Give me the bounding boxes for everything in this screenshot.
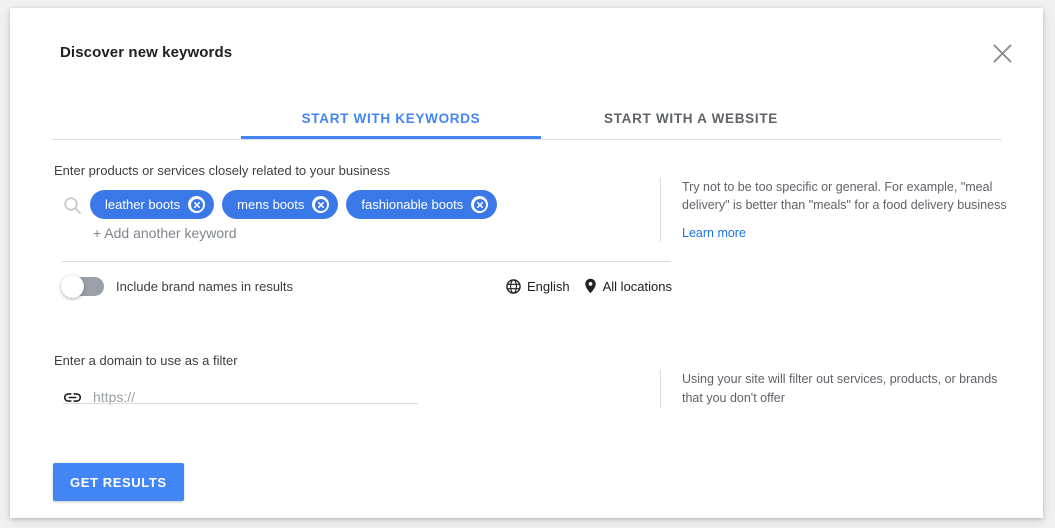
keywords-section: Enter products or services closely relat… — [54, 163, 654, 251]
tab-bar: START WITH KEYWORDS START WITH A WEBSITE — [52, 98, 1002, 140]
search-icon — [54, 190, 90, 215]
domain-input-row — [54, 380, 654, 414]
close-circle-icon[interactable] — [312, 196, 329, 213]
tab-start-with-keywords[interactable]: START WITH KEYWORDS — [241, 98, 541, 139]
keywords-help-panel: Try not to be too specific or general. F… — [660, 178, 1020, 242]
tab-start-with-a-website[interactable]: START WITH A WEBSITE — [541, 98, 841, 139]
keyword-chip[interactable]: fashionable boots — [346, 190, 497, 219]
include-brand-names-label: Include brand names in results — [116, 279, 293, 294]
include-brand-names-toggle[interactable] — [62, 277, 104, 296]
location-selector[interactable]: All locations — [584, 278, 672, 294]
language-label: English — [527, 279, 570, 294]
dialog-header: Discover new keywords — [10, 8, 1043, 84]
tab-label: START WITH KEYWORDS — [302, 111, 481, 126]
keyword-chip[interactable]: leather boots — [90, 190, 214, 219]
active-tab-indicator — [241, 136, 541, 139]
domain-help-text: Using your site will filter out services… — [682, 370, 1020, 408]
keyword-input-row: leather boots mens boots — [54, 190, 654, 251]
location-pin-icon — [584, 278, 597, 294]
close-icon — [993, 44, 1012, 63]
globe-icon — [506, 279, 521, 294]
toggle-knob — [61, 275, 84, 298]
close-circle-icon[interactable] — [471, 196, 488, 213]
chips-area: leather boots mens boots — [90, 190, 654, 251]
learn-more-link[interactable]: Learn more — [682, 226, 746, 240]
keywords-help-text: Try not to be too specific or general. F… — [682, 178, 1020, 214]
language-selector[interactable]: English — [506, 279, 570, 294]
keyword-field-underline — [62, 261, 671, 262]
domain-help-panel: Using your site will filter out services… — [660, 370, 1020, 408]
keywords-field-label: Enter products or services closely relat… — [54, 163, 654, 178]
get-results-button[interactable]: GET RESULTS — [53, 463, 184, 501]
tab-label: START WITH A WEBSITE — [604, 111, 778, 126]
close-button[interactable] — [983, 34, 1021, 72]
keyword-chip-label: mens boots — [237, 197, 304, 212]
language-location-group: English All locations — [506, 278, 672, 294]
brand-names-row: Include brand names in results English — [62, 271, 672, 301]
discover-keywords-dialog: Discover new keywords START WITH KEYWORD… — [10, 8, 1043, 518]
keyword-chip-label: fashionable boots — [361, 197, 463, 212]
keyword-chip[interactable]: mens boots — [222, 190, 338, 219]
keywords-help-block: Try not to be too specific or general. F… — [660, 178, 1020, 242]
location-label: All locations — [603, 279, 672, 294]
domain-field-label: Enter a domain to use as a filter — [54, 353, 654, 368]
keyword-chip-list: leather boots mens boots — [90, 190, 654, 219]
close-circle-icon[interactable] — [188, 196, 205, 213]
add-keyword-input[interactable]: + Add another keyword — [93, 225, 654, 247]
keyword-chip-label: leather boots — [105, 197, 180, 212]
page-title: Discover new keywords — [60, 44, 232, 61]
domain-field-underline — [63, 403, 418, 404]
domain-section: Enter a domain to use as a filter — [54, 353, 654, 414]
domain-help-block: Using your site will filter out services… — [660, 370, 1020, 408]
